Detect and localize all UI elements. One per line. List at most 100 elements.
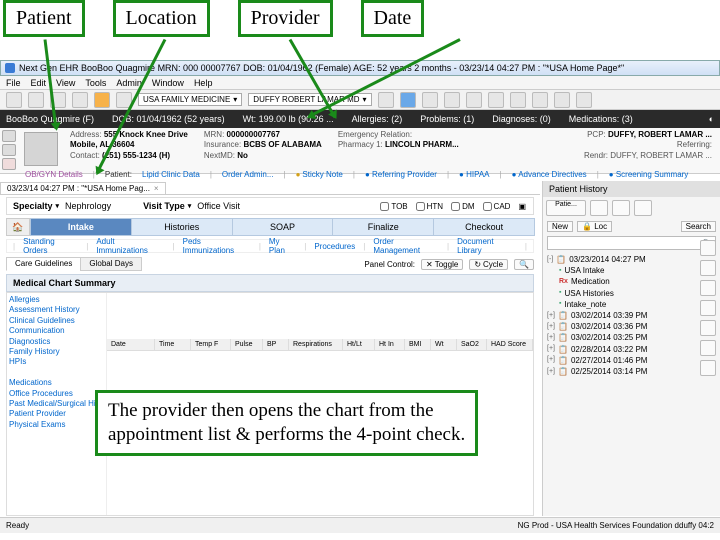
link-screening[interactable]: ● Screening Summary	[609, 170, 689, 179]
sec-office-proc[interactable]: Office Procedures	[9, 389, 104, 399]
history-btn-3[interactable]	[612, 200, 630, 216]
toolbar-btn-12[interactable]	[510, 92, 526, 108]
col-resp[interactable]: Respirations	[289, 339, 343, 350]
patient-problems[interactable]: Problems: (1)	[420, 114, 474, 124]
tab-histories[interactable]: Histories	[131, 218, 233, 236]
menu-tools[interactable]: Tools	[85, 78, 106, 88]
expand-icon[interactable]: ◐	[709, 114, 714, 124]
sec-provider[interactable]: Patient Provider	[9, 409, 104, 419]
chk-htn[interactable]: HTN	[416, 202, 443, 211]
link-hipaa[interactable]: ● HIPAA	[459, 170, 489, 179]
link-procedures[interactable]: Procedures	[312, 242, 357, 251]
link-standing-orders[interactable]: Standing Orders	[21, 237, 80, 255]
toolbar-btn-14[interactable]	[554, 92, 570, 108]
sidebar-icon-2[interactable]	[2, 144, 16, 156]
chk-tob[interactable]: TOB	[380, 202, 407, 211]
sidebar-icon-alerts[interactable]	[2, 158, 16, 170]
side-tool-3[interactable]	[700, 280, 716, 296]
col-pulse[interactable]: Pulse	[231, 339, 263, 350]
link-obgyn[interactable]: OB/GYN Details	[25, 170, 83, 179]
toolbar-btn-11[interactable]	[488, 92, 504, 108]
sec-guidelines[interactable]: Clinical Guidelines	[9, 316, 104, 326]
tab-soap[interactable]: SOAP	[232, 218, 334, 236]
patient-meds[interactable]: Medications: (3)	[569, 114, 633, 124]
link-sticky[interactable]: Sticky Note	[296, 170, 343, 179]
sec-assessment[interactable]: Assessment History	[9, 305, 104, 315]
col-time[interactable]: Time	[155, 339, 191, 350]
col-bmi[interactable]: BMI	[405, 339, 431, 350]
cycle-button[interactable]: ↻ Cycle	[469, 259, 508, 270]
sec-diagnostics[interactable]: Diagnostics	[9, 337, 104, 347]
patient-diagnoses[interactable]: Diagnoses: (0)	[492, 114, 551, 124]
sec-allergies[interactable]: Allergies	[9, 295, 104, 305]
sec-family[interactable]: Family History	[9, 347, 104, 357]
tree-node[interactable]: [+]📋03/02/2014 03:36 PM	[547, 321, 716, 332]
menu-window[interactable]: Window	[152, 78, 184, 88]
home-icon[interactable]: 🏠	[6, 218, 30, 236]
tab-checkout[interactable]: Checkout	[433, 218, 535, 236]
side-tool-4[interactable]	[700, 300, 716, 316]
link-refprov[interactable]: ● Referring Provider	[365, 170, 437, 179]
doc-tab-1[interactable]: 03/23/14 04:27 PM : "*USA Home Pag...×	[0, 182, 166, 194]
toolbar-btn-13[interactable]	[532, 92, 548, 108]
menu-view[interactable]: View	[56, 78, 75, 88]
lock-icon[interactable]: 🔒 Loc	[577, 221, 612, 232]
tree-node[interactable]: [-]📋03/23/2014 04:27 PM	[547, 254, 716, 265]
toolbar-btn-5[interactable]	[94, 92, 110, 108]
tree-node[interactable]: ▪USA Histories	[547, 288, 716, 299]
search-button[interactable]: Search	[681, 221, 716, 232]
toolbar-btn-8[interactable]	[422, 92, 438, 108]
link-doclib[interactable]: Document Library	[455, 237, 519, 255]
tree-node[interactable]: ▪Intake_note	[547, 299, 716, 310]
toggle-button[interactable]: ✕ Toggle	[421, 259, 463, 270]
panel-shrink-icon[interactable]: ▣	[518, 202, 526, 211]
sec-medications[interactable]: Medications	[9, 378, 104, 388]
chk-cad[interactable]: CAD	[483, 202, 511, 211]
link-ordermgmt[interactable]: Order Management	[371, 237, 441, 255]
side-tool-6[interactable]	[700, 340, 716, 356]
side-tool-7[interactable]	[700, 360, 716, 376]
col-wt[interactable]: Wt	[431, 339, 457, 350]
visit-type-dropdown[interactable]: Visit Type	[143, 201, 191, 211]
tree-node[interactable]: [+]📋02/27/2014 01:46 PM	[547, 355, 716, 366]
menu-help[interactable]: Help	[194, 78, 213, 88]
col-temp[interactable]: Temp F	[191, 339, 231, 350]
col-date[interactable]: Date	[107, 339, 155, 350]
link-lipid[interactable]: Lipid Clinic Data	[142, 170, 200, 179]
history-search[interactable]: 🔍	[547, 236, 716, 250]
history-tab-1[interactable]: Patie...	[546, 200, 586, 216]
tab-care-guidelines[interactable]: Care Guidelines	[6, 257, 81, 271]
tree-node[interactable]: [+]📋03/02/2014 03:25 PM	[547, 332, 716, 343]
toolbar-btn-1[interactable]	[6, 92, 22, 108]
col-sao2[interactable]: SaO2	[457, 339, 487, 350]
tree-node[interactable]: [+]📋03/02/2014 03:39 PM	[547, 310, 716, 321]
tab-global-days[interactable]: Global Days	[80, 257, 142, 271]
link-order[interactable]: Order Admin...	[222, 170, 274, 179]
location-dropdown[interactable]: USA FAMILY MEDICINE▾	[138, 93, 242, 106]
zoom-button[interactable]: 🔍	[514, 259, 534, 270]
history-btn-4[interactable]	[634, 200, 652, 216]
tab-finalize[interactable]: Finalize	[332, 218, 434, 236]
new-button[interactable]: New	[547, 221, 573, 232]
link-myplan[interactable]: My Plan	[267, 237, 298, 255]
chart-summary-header[interactable]: Medical Chart Summary	[6, 274, 534, 292]
close-icon[interactable]: ×	[154, 184, 159, 193]
sec-physical[interactable]: Physical Exams	[9, 420, 104, 430]
toolbar-btn-rx[interactable]	[400, 92, 416, 108]
toolbar-btn-7[interactable]	[378, 92, 394, 108]
menu-admin[interactable]: Admin	[116, 78, 142, 88]
specialty-dropdown[interactable]: Specialty	[13, 201, 59, 211]
patient-photo[interactable]	[24, 132, 58, 166]
tree-node[interactable]: [+]📋02/28/2014 03:22 PM	[547, 344, 716, 355]
link-adult-imm[interactable]: Adult Immunizations	[94, 237, 166, 255]
col-htlt[interactable]: Ht/Lt	[343, 339, 375, 350]
sec-hpis[interactable]: HPIs	[9, 357, 104, 367]
side-tool-2[interactable]	[700, 260, 716, 276]
tree-node[interactable]: ▪USA Intake	[547, 265, 716, 276]
col-bp[interactable]: BP	[263, 339, 289, 350]
sec-communication[interactable]: Communication	[9, 326, 104, 336]
side-tool-5[interactable]	[700, 320, 716, 336]
toolbar-btn-9[interactable]	[444, 92, 460, 108]
col-htin[interactable]: Ht In	[375, 339, 405, 350]
toolbar-btn-15[interactable]	[576, 92, 592, 108]
